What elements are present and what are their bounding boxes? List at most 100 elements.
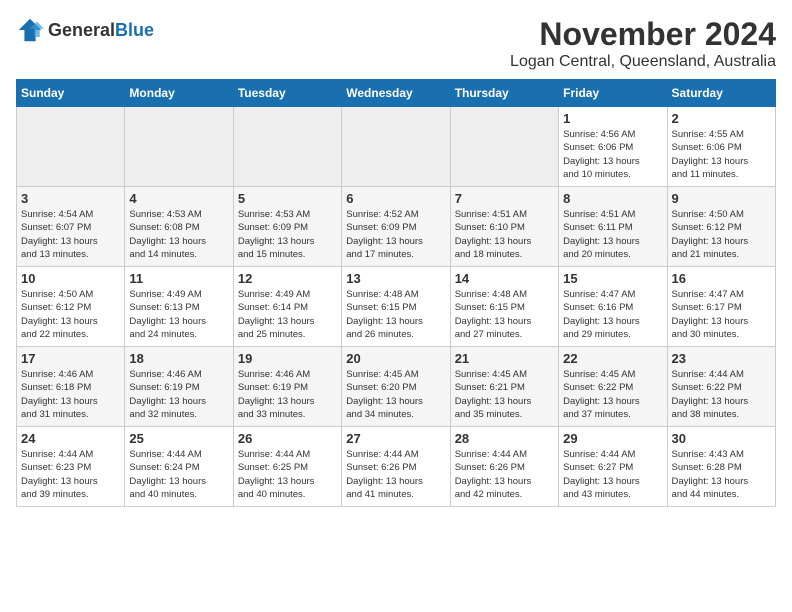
calendar-week-row: 10 Sunrise: 4:50 AM Sunset: 6:12 PM Dayli… (17, 267, 776, 347)
calendar-day-cell: 2Sunrise: 4:55 AM Sunset: 6:06 PM Daylig… (667, 107, 775, 187)
weekday-header-saturday: Saturday (667, 80, 775, 107)
day-info: Sunrise: 4:56 AM Sunset: 6:06 PM Dayligh… (563, 128, 662, 181)
day-info: Sunrise: 4:52 AM Sunset: 6:09 PM Dayligh… (346, 208, 445, 261)
day-info: Sunrise: 4:49 AM Sunset: 6:13 PM Dayligh… (129, 288, 228, 341)
calendar-day-cell: 21 Sunrise: 4:45 AM Sunset: 6:21 PM Dayli… (450, 347, 558, 427)
day-info: Sunrise: 4:53 AM Sunset: 6:09 PM Dayligh… (238, 208, 337, 261)
calendar-day-cell (342, 107, 450, 187)
calendar-day-cell: 14Sunrise: 4:48 AM Sunset: 6:15 PM Dayli… (450, 267, 558, 347)
day-number: 16 (672, 271, 771, 286)
calendar-day-cell: 26Sunrise: 4:44 AM Sunset: 6:25 PM Dayli… (233, 427, 341, 507)
calendar-day-cell: 19 Sunrise: 4:46 AM Sunset: 6:19 PM Dayli… (233, 347, 341, 427)
calendar-day-cell: 22Sunrise: 4:45 AM Sunset: 6:22 PM Dayli… (559, 347, 667, 427)
weekday-header-friday: Friday (559, 80, 667, 107)
day-info: Sunrise: 4:45 AM Sunset: 6:22 PM Dayligh… (563, 368, 662, 421)
page-header: GeneralBlue November 2024 Logan Central,… (16, 16, 776, 71)
calendar-day-cell: 16 Sunrise: 4:47 AM Sunset: 6:17 PM Dayli… (667, 267, 775, 347)
day-number: 11 (129, 271, 228, 286)
day-number: 20 (346, 351, 445, 366)
calendar-day-cell: 17 Sunrise: 4:46 AM Sunset: 6:18 PM Dayli… (17, 347, 125, 427)
day-number: 19 (238, 351, 337, 366)
weekday-header-sunday: Sunday (17, 80, 125, 107)
day-info: Sunrise: 4:45 AM Sunset: 6:21 PM Dayligh… (455, 368, 554, 421)
day-number: 9 (672, 191, 771, 206)
calendar-day-cell: 25Sunrise: 4:44 AM Sunset: 6:24 PM Dayli… (125, 427, 233, 507)
day-number: 5 (238, 191, 337, 206)
calendar-day-cell: 10 Sunrise: 4:50 AM Sunset: 6:12 PM Dayli… (17, 267, 125, 347)
calendar-week-row: 17 Sunrise: 4:46 AM Sunset: 6:18 PM Dayli… (17, 347, 776, 427)
calendar-day-cell: 24 Sunrise: 4:44 AM Sunset: 6:23 PM Dayli… (17, 427, 125, 507)
day-number: 12 (238, 271, 337, 286)
day-number: 24 (21, 431, 120, 446)
weekday-header-tuesday: Tuesday (233, 80, 341, 107)
day-info: Sunrise: 4:50 AM Sunset: 6:12 PM Dayligh… (21, 288, 120, 341)
day-number: 21 (455, 351, 554, 366)
day-number: 10 (21, 271, 120, 286)
weekday-header-monday: Monday (125, 80, 233, 107)
day-number: 8 (563, 191, 662, 206)
calendar-week-row: 24 Sunrise: 4:44 AM Sunset: 6:23 PM Dayli… (17, 427, 776, 507)
day-info: Sunrise: 4:48 AM Sunset: 6:15 PM Dayligh… (455, 288, 554, 341)
day-info: Sunrise: 4:46 AM Sunset: 6:18 PM Dayligh… (21, 368, 120, 421)
calendar-day-cell: 29 Sunrise: 4:44 AM Sunset: 6:27 PM Dayli… (559, 427, 667, 507)
day-info: Sunrise: 4:48 AM Sunset: 6:15 PM Dayligh… (346, 288, 445, 341)
day-info: Sunrise: 4:44 AM Sunset: 6:26 PM Dayligh… (346, 448, 445, 501)
calendar-day-cell: 5 Sunrise: 4:53 AM Sunset: 6:09 PM Daylig… (233, 187, 341, 267)
day-info: Sunrise: 4:50 AM Sunset: 6:12 PM Dayligh… (672, 208, 771, 261)
day-number: 1 (563, 111, 662, 126)
calendar-day-cell: 13 Sunrise: 4:48 AM Sunset: 6:15 PM Dayli… (342, 267, 450, 347)
day-number: 3 (21, 191, 120, 206)
calendar-day-cell: 30Sunrise: 4:43 AM Sunset: 6:28 PM Dayli… (667, 427, 775, 507)
calendar-day-cell (125, 107, 233, 187)
day-info: Sunrise: 4:44 AM Sunset: 6:24 PM Dayligh… (129, 448, 228, 501)
day-info: Sunrise: 4:45 AM Sunset: 6:20 PM Dayligh… (346, 368, 445, 421)
location-subtitle: Logan Central, Queensland, Australia (510, 53, 776, 71)
day-number: 15 (563, 271, 662, 286)
day-info: Sunrise: 4:54 AM Sunset: 6:07 PM Dayligh… (21, 208, 120, 261)
calendar-day-cell: 8Sunrise: 4:51 AM Sunset: 6:11 PM Daylig… (559, 187, 667, 267)
day-number: 30 (672, 431, 771, 446)
calendar-day-cell (450, 107, 558, 187)
day-info: Sunrise: 4:47 AM Sunset: 6:16 PM Dayligh… (563, 288, 662, 341)
day-number: 29 (563, 431, 662, 446)
calendar-day-cell: 6 Sunrise: 4:52 AM Sunset: 6:09 PM Daylig… (342, 187, 450, 267)
calendar-table: SundayMondayTuesdayWednesdayThursdayFrid… (16, 79, 776, 507)
calendar-day-cell: 3 Sunrise: 4:54 AM Sunset: 6:07 PM Daylig… (17, 187, 125, 267)
calendar-day-cell: 4 Sunrise: 4:53 AM Sunset: 6:08 PM Daylig… (125, 187, 233, 267)
calendar-day-cell: 11 Sunrise: 4:49 AM Sunset: 6:13 PM Dayli… (125, 267, 233, 347)
day-info: Sunrise: 4:46 AM Sunset: 6:19 PM Dayligh… (238, 368, 337, 421)
day-number: 17 (21, 351, 120, 366)
day-info: Sunrise: 4:46 AM Sunset: 6:19 PM Dayligh… (129, 368, 228, 421)
day-info: Sunrise: 4:55 AM Sunset: 6:06 PM Dayligh… (672, 128, 771, 181)
logo: GeneralBlue (16, 16, 154, 44)
day-number: 23 (672, 351, 771, 366)
month-title: November 2024 (510, 16, 776, 53)
day-number: 6 (346, 191, 445, 206)
calendar-day-cell (233, 107, 341, 187)
calendar-day-cell (17, 107, 125, 187)
calendar-day-cell: 12 Sunrise: 4:49 AM Sunset: 6:14 PM Dayli… (233, 267, 341, 347)
day-info: Sunrise: 4:47 AM Sunset: 6:17 PM Dayligh… (672, 288, 771, 341)
day-number: 4 (129, 191, 228, 206)
day-info: Sunrise: 4:44 AM Sunset: 6:26 PM Dayligh… (455, 448, 554, 501)
calendar-day-cell: 9 Sunrise: 4:50 AM Sunset: 6:12 PM Daylig… (667, 187, 775, 267)
weekday-header-row: SundayMondayTuesdayWednesdayThursdayFrid… (17, 80, 776, 107)
calendar-day-cell: 20 Sunrise: 4:45 AM Sunset: 6:20 PM Dayli… (342, 347, 450, 427)
calendar-day-cell: 23Sunrise: 4:44 AM Sunset: 6:22 PM Dayli… (667, 347, 775, 427)
calendar-week-row: 1 Sunrise: 4:56 AM Sunset: 6:06 PM Daylig… (17, 107, 776, 187)
calendar-day-cell: 27 Sunrise: 4:44 AM Sunset: 6:26 PM Dayli… (342, 427, 450, 507)
calendar-day-cell: 28Sunrise: 4:44 AM Sunset: 6:26 PM Dayli… (450, 427, 558, 507)
day-info: Sunrise: 4:44 AM Sunset: 6:27 PM Dayligh… (563, 448, 662, 501)
day-info: Sunrise: 4:51 AM Sunset: 6:10 PM Dayligh… (455, 208, 554, 261)
day-number: 13 (346, 271, 445, 286)
calendar-day-cell: 1 Sunrise: 4:56 AM Sunset: 6:06 PM Daylig… (559, 107, 667, 187)
calendar-day-cell: 7 Sunrise: 4:51 AM Sunset: 6:10 PM Daylig… (450, 187, 558, 267)
day-number: 7 (455, 191, 554, 206)
day-number: 18 (129, 351, 228, 366)
day-info: Sunrise: 4:53 AM Sunset: 6:08 PM Dayligh… (129, 208, 228, 261)
calendar-week-row: 3 Sunrise: 4:54 AM Sunset: 6:07 PM Daylig… (17, 187, 776, 267)
day-info: Sunrise: 4:44 AM Sunset: 6:23 PM Dayligh… (21, 448, 120, 501)
day-info: Sunrise: 4:49 AM Sunset: 6:14 PM Dayligh… (238, 288, 337, 341)
day-number: 27 (346, 431, 445, 446)
day-number: 26 (238, 431, 337, 446)
